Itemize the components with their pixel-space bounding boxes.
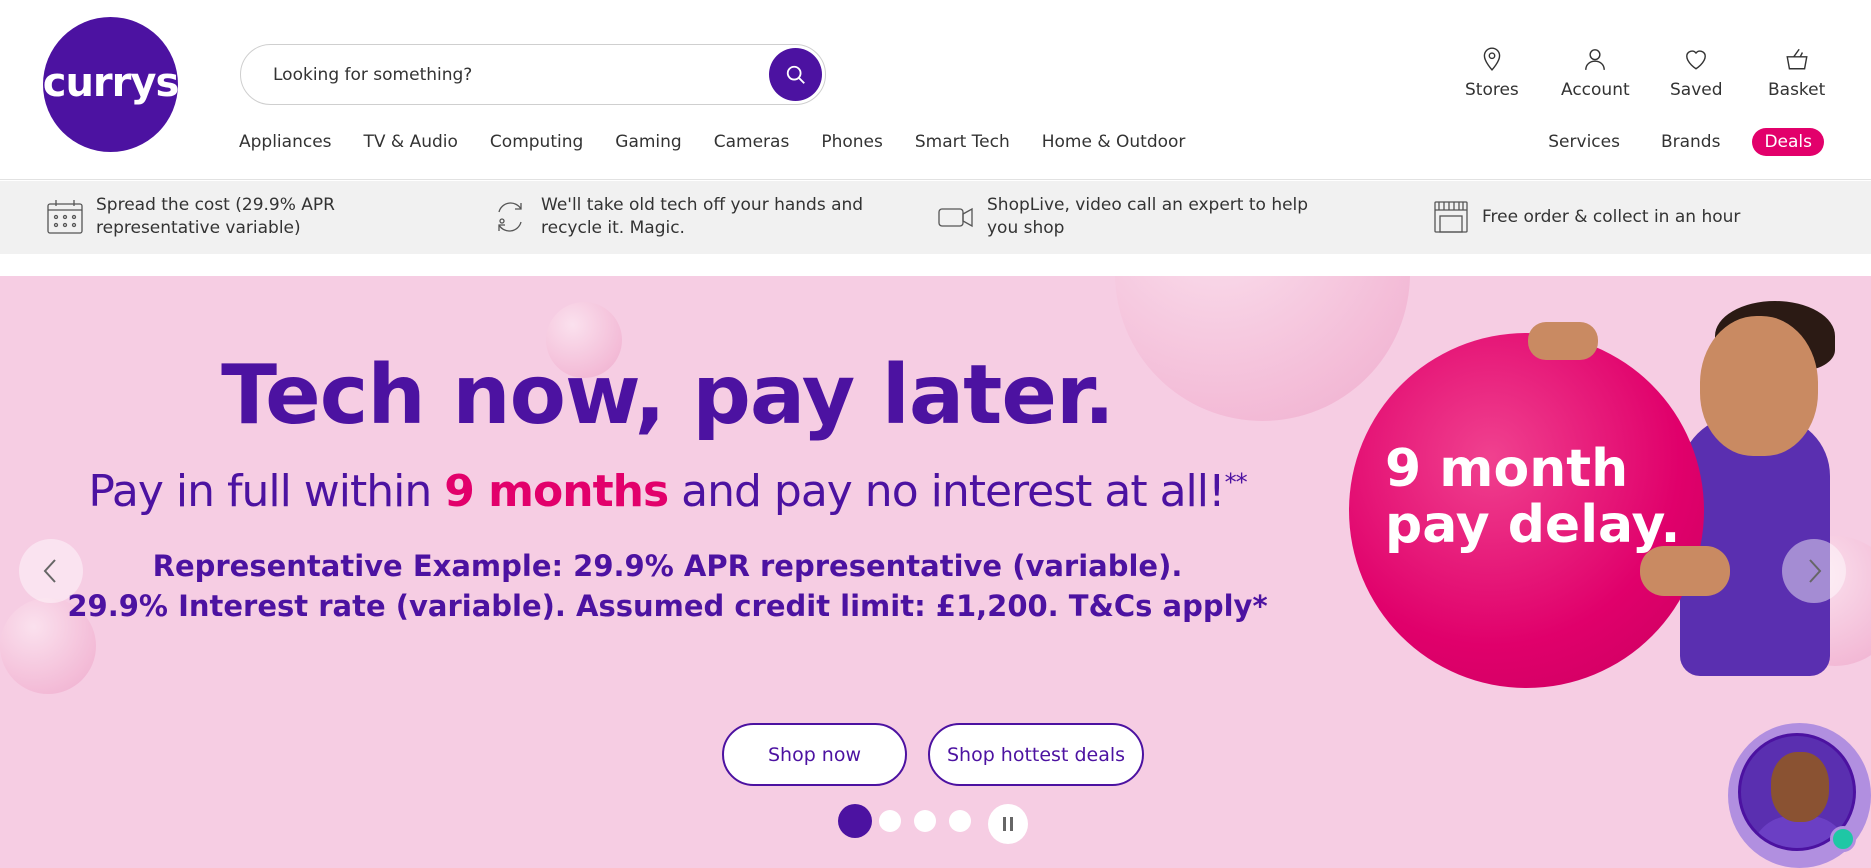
search-input[interactable] [273,55,743,95]
site-header: currys Stores Account Saved Basket Appli… [0,0,1871,180]
carousel-prev-button[interactable] [19,539,83,603]
nav-phones[interactable]: Phones [821,132,883,156]
usp-item-shoplive[interactable]: ShopLive, video call an expert to help y… [937,194,1308,240]
online-status-indicator [1830,826,1856,852]
avatar-face [1771,752,1829,822]
nav-deals-badge[interactable]: Deals [1752,128,1824,156]
usp-bar: Spread the cost (29.9% APR representativ… [0,181,1871,254]
logo-text: currys [42,59,180,106]
usp-item-finance[interactable]: Spread the cost (29.9% APR representativ… [46,194,335,240]
account-link[interactable]: Account [1561,46,1630,100]
chevron-right-icon [1809,559,1822,583]
usp-finance-text: Spread the cost (29.9% APR representativ… [96,194,335,240]
carousel-dot-2[interactable] [879,810,901,832]
rep-line1: Representative Example: 29.9% APR repres… [152,549,1183,583]
search-button[interactable] [769,48,822,101]
pay-delay-ball: 9 month pay delay. [1349,333,1704,688]
ball-line2: pay delay. [1385,495,1681,555]
saved-label: Saved [1670,80,1723,100]
usp-recycle-text: We'll take old tech off your hands and r… [541,194,863,240]
pay-delay-text: 9 month pay delay. [1385,441,1680,553]
location-pin-icon [1483,47,1501,71]
model-hand [1528,322,1598,360]
carousel-dot-1[interactable] [838,804,872,838]
usp-shoplive-line2: you shop [987,218,1065,238]
ball-line1: 9 month [1385,439,1629,499]
search-icon [786,65,805,84]
chevron-left-icon [43,559,56,583]
rep-line2: 29.9% Interest rate (variable). Assumed … [67,589,1268,623]
representative-example: Representative Example: 29.9% APR repres… [0,546,1335,626]
account-label: Account [1561,80,1630,100]
usp-item-recycle[interactable]: We'll take old tech off your hands and r… [491,194,863,240]
usp-shoplive-text: ShopLive, video call an expert to help y… [987,194,1308,240]
carousel-dot-3[interactable] [914,810,936,832]
basket-icon [1786,48,1808,70]
nav-tv-audio[interactable]: TV & Audio [364,132,458,156]
basket-link[interactable]: Basket [1768,46,1825,100]
hero-sub-after: and pay no interest at all! [668,466,1226,517]
usp-recycle-line1: We'll take old tech off your hands and [541,195,864,215]
shop-hottest-deals-button[interactable]: Shop hottest deals [928,723,1144,786]
heart-icon [1686,50,1707,70]
nav-cameras[interactable]: Cameras [714,132,790,156]
hero-sub-highlight: 9 months [444,466,669,517]
secondary-nav: Services Brands Deals [1507,128,1824,156]
basket-label: Basket [1768,80,1826,100]
usp-finance-line1: Spread the cost (29.9% APR [96,195,335,215]
model-person-head [1700,316,1818,456]
carousel-dot-4[interactable] [949,810,971,832]
usp-collect-line1: Free order & collect in an hour [1482,206,1741,227]
hero-sub-footnote: ** [1224,468,1248,497]
currys-logo[interactable]: currys [42,17,180,152]
hero-banner[interactable]: Tech now, pay later. Pay in full within … [0,276,1871,868]
shop-now-button[interactable]: Shop now [722,723,907,786]
nav-brands[interactable]: Brands [1661,132,1721,152]
main-category-nav: Appliances TV & Audio Computing Gaming C… [239,132,1217,156]
shoplive-chat-avatar-button[interactable] [1728,723,1871,868]
video-camera-icon [938,207,973,228]
usp-item-collect[interactable]: Free order & collect in an hour [1432,198,1740,236]
nav-appliances[interactable]: Appliances [239,132,332,156]
usp-collect-text: Free order & collect in an hour [1482,206,1740,229]
user-icon [1585,49,1606,70]
calendar-icon [47,200,83,234]
usp-finance-line2: representative variable) [96,218,301,238]
nav-smart-tech[interactable]: Smart Tech [915,132,1010,156]
model-pointing-hand [1640,546,1730,596]
recycle-icon [498,202,522,232]
search-bar [240,44,826,105]
saved-link[interactable]: Saved [1670,46,1723,100]
carousel-next-button[interactable] [1782,539,1846,603]
usp-recycle-line2: recycle it. Magic. [541,218,685,238]
nav-gaming[interactable]: Gaming [615,132,681,156]
hero-headline: Tech now, pay later. [221,348,1115,443]
hero-subline: Pay in full within 9 months and pay no i… [0,466,1335,517]
carousel-pause-button[interactable] [988,804,1028,844]
hero-sub-before: Pay in full within [88,466,445,517]
nav-computing[interactable]: Computing [490,132,583,156]
usp-shoplive-line1: ShopLive, video call an expert to help [987,195,1309,215]
stores-label: Stores [1465,80,1519,100]
stores-link[interactable]: Stores [1465,46,1519,100]
pause-icon [1003,817,1013,831]
nav-home-outdoor[interactable]: Home & Outdoor [1042,132,1186,156]
store-icon [1434,201,1468,233]
nav-services[interactable]: Services [1548,132,1620,152]
